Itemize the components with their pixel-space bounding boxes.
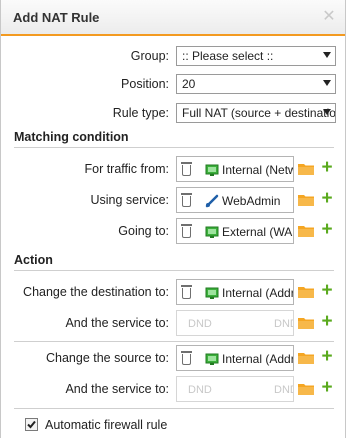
traffic-from-label: For traffic from:: [84, 162, 169, 176]
source-service-label: And the service to:: [65, 382, 169, 396]
dialog-titlebar: Add NAT Rule ✕: [1, 0, 345, 36]
chevron-down-icon: [323, 52, 331, 58]
group-label: Group:: [130, 49, 169, 63]
change-destination-field[interactable]: Internal (Address): [176, 279, 294, 305]
auto-firewall-label: Automatic firewall rule: [45, 418, 168, 432]
chevron-down-icon: [323, 80, 331, 86]
add-nat-rule-dialog: Add NAT Rule ✕ Group: :: Please select :…: [0, 0, 346, 438]
destination-service-row: And the service to: DND DND +: [1, 310, 345, 336]
position-select[interactable]: 20: [176, 74, 336, 94]
rule-type-select[interactable]: Full NAT (source + destination): [176, 103, 336, 123]
rule-type-label: Rule type:: [112, 106, 169, 120]
folder-icon[interactable]: [298, 285, 314, 298]
change-source-field[interactable]: Internal (Address): [176, 345, 294, 371]
going-to-row: Going to: External (WAN) +: [1, 218, 345, 244]
trash-icon[interactable]: [181, 193, 192, 207]
trash-icon[interactable]: [181, 224, 192, 238]
service-icon: [205, 194, 219, 208]
using-service-row: Using service: WebAdmin +: [1, 187, 345, 213]
folder-icon[interactable]: [298, 316, 314, 329]
group-select-value: :: Please select ::: [182, 49, 274, 63]
folder-icon[interactable]: [298, 193, 314, 206]
using-service-value: WebAdmin: [222, 194, 281, 208]
rule-type-select-value: Full NAT (source + destination): [182, 106, 336, 120]
add-icon[interactable]: +: [319, 378, 335, 398]
options-divider: [14, 408, 334, 409]
folder-icon[interactable]: [298, 351, 314, 364]
chevron-down-icon: [323, 109, 331, 115]
add-icon[interactable]: +: [319, 281, 335, 301]
group-row: Group: :: Please select ::: [1, 44, 345, 68]
destination-service-placeholder: DND: [188, 318, 212, 330]
source-service-placeholder-2: DND: [274, 384, 293, 396]
going-to-value: External (WAN): [222, 225, 293, 239]
change-source-value: Internal (Address): [222, 352, 293, 366]
add-icon[interactable]: +: [319, 158, 335, 178]
folder-icon[interactable]: [298, 162, 314, 175]
change-source-row: Change the source to: Internal (Address)…: [1, 345, 345, 371]
network-icon: [205, 353, 219, 365]
destination-service-placeholder-2: DND: [274, 318, 293, 330]
dialog-title: Add NAT Rule: [13, 10, 100, 25]
rule-type-row: Rule type: Full NAT (source + destinatio…: [1, 101, 345, 125]
add-icon[interactable]: +: [319, 189, 335, 209]
source-service-row: And the service to: DND DND +: [1, 376, 345, 402]
destination-service-field[interactable]: DND DND: [176, 310, 294, 336]
using-service-label: Using service:: [90, 193, 170, 207]
checkmark-icon: [27, 420, 36, 429]
auto-firewall-checkbox[interactable]: [25, 418, 38, 431]
traffic-from-row: For traffic from: Internal (Network) +: [1, 156, 345, 182]
add-icon[interactable]: +: [319, 220, 335, 240]
network-icon: [205, 287, 219, 299]
change-source-label: Change the source to:: [46, 351, 169, 365]
going-to-label: Going to:: [118, 224, 169, 238]
change-destination-value: Internal (Address): [222, 286, 293, 300]
folder-icon[interactable]: [298, 224, 314, 237]
position-row: Position: 20: [1, 72, 345, 96]
trash-icon[interactable]: [181, 285, 192, 299]
destination-service-label: And the service to:: [65, 316, 169, 330]
traffic-from-field[interactable]: Internal (Network): [176, 156, 294, 182]
using-service-field[interactable]: WebAdmin: [176, 187, 294, 213]
folder-icon[interactable]: [298, 382, 314, 395]
change-destination-label: Change the destination to:: [23, 285, 169, 299]
network-icon: [205, 226, 219, 238]
position-select-value: 20: [182, 77, 196, 91]
change-destination-row: Change the destination to: Internal (Add…: [1, 279, 345, 305]
network-icon: [205, 164, 219, 176]
action-heading: Action: [14, 251, 334, 271]
source-service-field[interactable]: DND DND: [176, 376, 294, 402]
matching-condition-heading: Matching condition: [14, 128, 334, 148]
source-service-placeholder: DND: [188, 384, 212, 396]
add-icon[interactable]: +: [319, 347, 335, 367]
close-icon[interactable]: ✕: [321, 9, 337, 25]
traffic-from-value: Internal (Network): [222, 163, 293, 177]
position-label: Position:: [121, 77, 169, 91]
trash-icon[interactable]: [181, 162, 192, 176]
add-icon[interactable]: +: [319, 312, 335, 332]
group-select[interactable]: :: Please select ::: [176, 46, 336, 66]
action-divider: [14, 341, 334, 342]
going-to-field[interactable]: External (WAN): [176, 218, 294, 244]
trash-icon[interactable]: [181, 351, 192, 365]
